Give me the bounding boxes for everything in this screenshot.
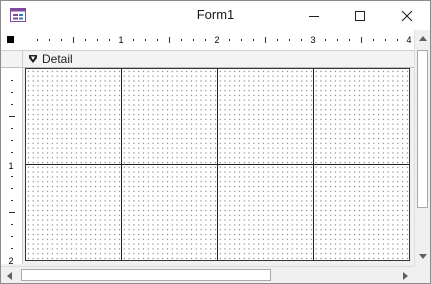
maximize-icon	[355, 11, 365, 21]
scroll-right-icon[interactable]	[403, 272, 409, 280]
ruler-row: 1 2 3 4	[1, 30, 430, 51]
detail-section-bar[interactable]: Detail	[23, 51, 414, 67]
detail-design-grid[interactable]	[25, 68, 410, 261]
arrow-down-icon	[29, 55, 37, 63]
form-selector[interactable]	[7, 36, 14, 43]
grid-line-h1	[26, 164, 409, 165]
maximize-button[interactable]	[337, 1, 383, 30]
horizontal-scroll-thumb[interactable]	[21, 269, 271, 281]
hruler-number-4: 4	[406, 35, 411, 45]
hruler-number-1: 1	[118, 35, 123, 45]
horizontal-ruler: 1 2 3 4	[37, 35, 412, 45]
hruler-number-2: 2	[214, 35, 219, 45]
vruler-number-1: 1	[8, 161, 13, 171]
vertical-scroll-thumb[interactable]	[417, 50, 428, 208]
vertical-scrollbar[interactable]	[414, 30, 430, 266]
scroll-up-icon[interactable]	[419, 35, 427, 41]
detail-section-header[interactable]: Detail	[1, 51, 414, 68]
close-icon	[401, 10, 413, 22]
minimize-button[interactable]	[291, 1, 337, 30]
vertical-ruler: 1 2	[1, 68, 23, 264]
hruler-number-3: 3	[310, 35, 315, 45]
vruler-number-2: 2	[8, 256, 13, 264]
scroll-down-icon[interactable]	[419, 254, 427, 260]
scrollbar-corner	[414, 266, 430, 283]
horizontal-scrollbar[interactable]	[1, 266, 414, 283]
minimize-icon	[309, 16, 319, 17]
form-window: Form1 1 2 3 4 Detail 1 2	[0, 0, 431, 284]
close-button[interactable]	[384, 1, 430, 30]
section-label: Detail	[42, 52, 73, 66]
scroll-left-icon[interactable]	[6, 272, 12, 280]
section-selector[interactable]	[1, 51, 23, 67]
title-bar[interactable]: Form1	[1, 1, 430, 30]
